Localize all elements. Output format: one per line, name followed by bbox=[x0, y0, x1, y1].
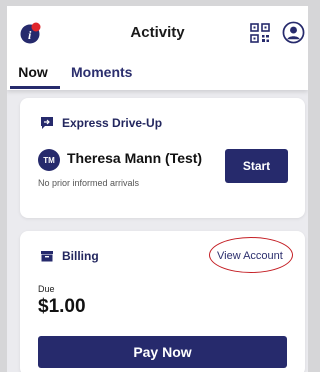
active-tab-indicator bbox=[10, 86, 60, 89]
drive-up-card: Express Drive-Up TM Theresa Mann (Test) … bbox=[20, 98, 305, 218]
drive-up-header: Express Drive-Up bbox=[40, 116, 162, 130]
billing-icon bbox=[41, 251, 53, 262]
arrival-status: No prior informed arrivals bbox=[38, 178, 140, 188]
tab-now[interactable]: Now bbox=[7, 64, 59, 80]
due-amount: $1.00 bbox=[38, 296, 86, 317]
due-label: Due bbox=[38, 284, 55, 294]
billing-title: Billing bbox=[62, 249, 99, 263]
person-name: Theresa Mann (Test) bbox=[67, 150, 203, 166]
view-account-link[interactable]: View Account bbox=[217, 250, 283, 262]
app-screen: i Activity Now Moments Express Drive-Up … bbox=[7, 6, 308, 372]
drive-up-icon bbox=[41, 117, 53, 129]
qr-code-icon[interactable] bbox=[250, 23, 270, 43]
billing-header: Billing bbox=[40, 249, 99, 263]
pay-now-button[interactable]: Pay Now bbox=[38, 336, 287, 368]
profile-icon[interactable] bbox=[282, 21, 305, 44]
top-bar: i Activity Now Moments bbox=[7, 6, 308, 90]
avatar: TM bbox=[38, 149, 60, 171]
billing-card: Billing View Account Due $1.00 Pay Now bbox=[20, 231, 305, 372]
drive-up-title: Express Drive-Up bbox=[62, 116, 163, 130]
start-button[interactable]: Start bbox=[225, 149, 288, 183]
tab-moments[interactable]: Moments bbox=[71, 64, 132, 80]
